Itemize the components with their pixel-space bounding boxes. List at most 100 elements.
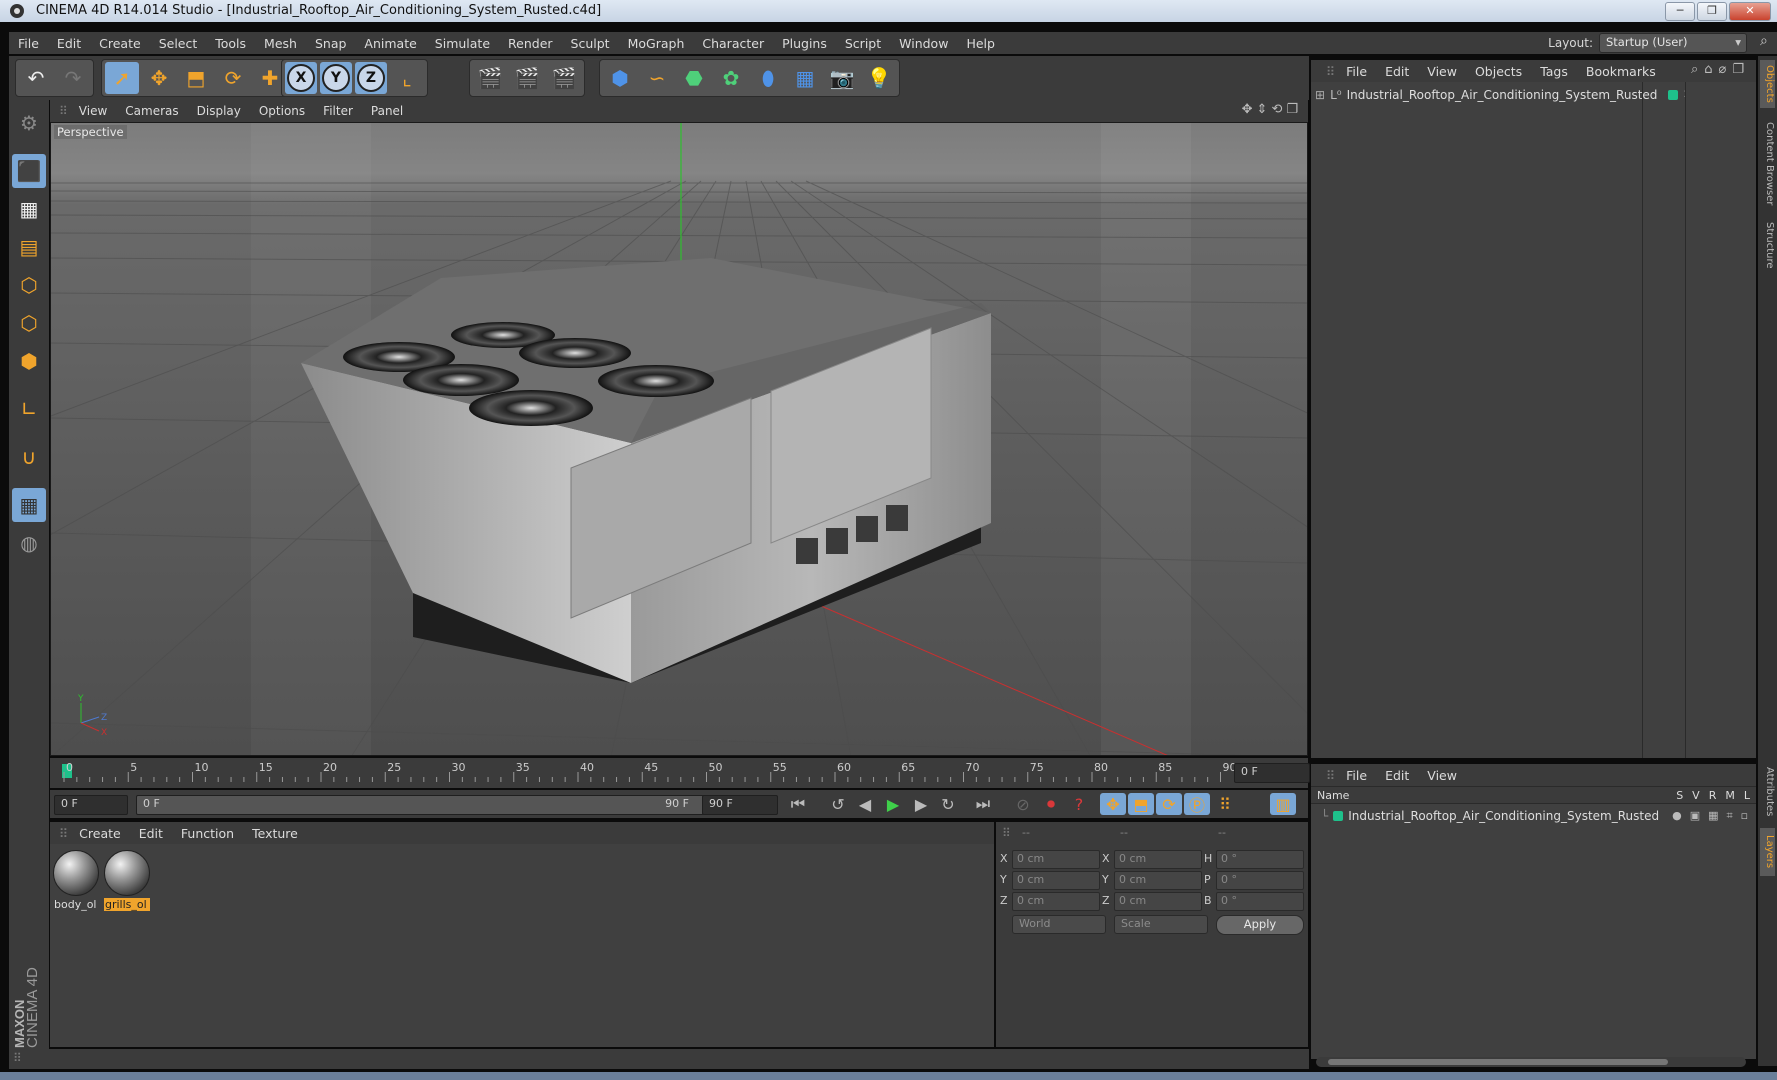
position-y-field[interactable]: 0 cm xyxy=(1012,871,1100,890)
previous-key-icon[interactable]: ↺ xyxy=(825,793,851,815)
object-manager-tool-icons[interactable]: ⌕⌂⌀❐ xyxy=(1691,62,1750,77)
timeline-window-icon[interactable]: ▥ xyxy=(1270,793,1296,815)
record-keys-icon[interactable]: ⊘ xyxy=(1010,793,1036,815)
minimize-button[interactable]: ─ xyxy=(1665,2,1695,21)
position-z-field[interactable]: 0 cm xyxy=(1012,892,1100,911)
rotation-b-field[interactable]: 0 ° xyxy=(1216,892,1304,911)
tab-attributes[interactable]: Attributes xyxy=(1760,762,1775,822)
coordinate-system-icon[interactable]: ⌞ xyxy=(390,62,424,94)
deformer-icon[interactable]: ⬮ xyxy=(751,62,785,94)
menu-simulate[interactable]: Simulate xyxy=(426,36,499,51)
live-selection-icon[interactable]: ➚ xyxy=(105,62,139,94)
parameter-key-icon[interactable]: Ⓟ xyxy=(1184,793,1210,815)
axis-mode-icon[interactable]: ∟ xyxy=(12,392,46,426)
scrollbar-thumb[interactable] xyxy=(1328,1059,1668,1065)
paint-icon[interactable]: ◍ xyxy=(12,526,46,560)
viewport-menu-view[interactable]: View xyxy=(70,104,116,118)
perspective-viewport[interactable]: Perspective Y Z X xyxy=(50,122,1308,756)
go-to-end-icon[interactable]: ⏭ xyxy=(970,793,996,815)
material-menu-texture[interactable]: Texture xyxy=(243,826,307,841)
material-swatch-body[interactable]: body_ol xyxy=(53,850,99,911)
points-mode-icon[interactable]: ⬡ xyxy=(12,268,46,302)
size-y-field[interactable]: 0 cm xyxy=(1114,871,1202,890)
flag-manager[interactable]: M xyxy=(1725,787,1735,804)
scale-key-icon[interactable]: ⬒ xyxy=(1128,793,1154,815)
size-mode-select[interactable]: Scale xyxy=(1114,915,1208,934)
layer-color-icon[interactable] xyxy=(1333,811,1344,821)
menu-snap[interactable]: Snap xyxy=(306,36,355,51)
flag-view[interactable]: V xyxy=(1692,787,1700,804)
menu-create[interactable]: Create xyxy=(90,36,150,51)
next-key-icon[interactable]: ↻ xyxy=(935,793,961,815)
render-picture-viewer-icon[interactable]: 🎬 xyxy=(510,62,544,94)
cube-icon[interactable]: ⬢ xyxy=(603,62,637,94)
rotate-icon[interactable]: ⟳ xyxy=(216,62,250,94)
z-axis-icon[interactable]: Z xyxy=(355,62,387,94)
keyframe-selection-icon[interactable]: ? xyxy=(1066,793,1092,815)
material-menu-create[interactable]: Create xyxy=(70,826,130,841)
maximize-button[interactable]: ❐ xyxy=(1697,2,1727,21)
redo-icon[interactable]: ↷ xyxy=(56,62,90,94)
timeline-ruler[interactable]: 0 5 10 15 20 25 30 35 40 45 50 55 60 65 70 75 80 85 90 0 F xyxy=(50,758,1310,788)
menu-script[interactable]: Script xyxy=(836,36,890,51)
texture-mode-icon[interactable]: ▦ xyxy=(12,192,46,226)
object-menu-edit[interactable]: Edit xyxy=(1376,64,1418,79)
move-icon[interactable]: ✥ xyxy=(142,62,176,94)
workplane-icon[interactable]: ▤ xyxy=(12,230,46,264)
apply-button[interactable]: Apply xyxy=(1216,915,1304,935)
menu-sculpt[interactable]: Sculpt xyxy=(562,36,619,51)
search-icon[interactable]: ⌕ xyxy=(1760,33,1768,49)
autokeying-icon[interactable]: ⏺ xyxy=(1038,793,1064,815)
object-row[interactable]: ⊞ L⁰ Industrial_Rooftop_Air_Conditioning… xyxy=(1315,85,1686,105)
layer-color-icon[interactable] xyxy=(1668,90,1679,100)
layer-row[interactable]: └ Industrial_Rooftop_Air_Conditioning_Sy… xyxy=(1321,806,1756,826)
object-menu-view[interactable]: View xyxy=(1418,64,1466,79)
y-axis-icon[interactable]: Y xyxy=(320,62,352,94)
floor-icon[interactable]: ▦ xyxy=(788,62,822,94)
size-z-field[interactable]: 0 cm xyxy=(1114,892,1202,911)
next-frame-icon[interactable]: ▶ xyxy=(908,793,934,815)
material-menu-edit[interactable]: Edit xyxy=(130,826,172,841)
object-menu-bookmarks[interactable]: Bookmarks xyxy=(1577,64,1665,79)
current-frame-field[interactable]: 0 F xyxy=(1234,763,1310,783)
rotation-h-field[interactable]: 0 ° xyxy=(1216,850,1304,869)
frame-range-slider[interactable]: 0 F 90 F xyxy=(136,795,704,815)
material-menu-function[interactable]: Function xyxy=(172,826,243,841)
point-level-key-icon[interactable]: ⠿ xyxy=(1212,793,1238,815)
snap-magnet-icon[interactable]: ∪ xyxy=(12,440,46,474)
viewport-menu-display[interactable]: Display xyxy=(188,104,250,118)
layer-menu-view[interactable]: View xyxy=(1418,768,1466,783)
render-view-icon[interactable]: 🎬 xyxy=(473,62,507,94)
viewport-menu-cameras[interactable]: Cameras xyxy=(116,104,187,118)
spline-pen-icon[interactable]: ∽ xyxy=(640,62,674,94)
object-menu-tags[interactable]: Tags xyxy=(1531,64,1577,79)
flag-solo[interactable]: S xyxy=(1676,787,1683,804)
menu-render[interactable]: Render xyxy=(499,36,562,51)
camera-icon[interactable]: 📷 xyxy=(825,62,859,94)
tab-layers[interactable]: Layers xyxy=(1760,828,1775,876)
menu-animate[interactable]: Animate xyxy=(355,36,425,51)
light-icon[interactable]: 💡 xyxy=(862,62,896,94)
menu-character[interactable]: Character xyxy=(693,36,773,51)
close-button[interactable]: ✕ xyxy=(1729,2,1771,21)
array-icon[interactable]: ✿ xyxy=(714,62,748,94)
x-axis-icon[interactable]: X xyxy=(285,62,317,94)
menu-mograph[interactable]: MoGraph xyxy=(619,36,694,51)
position-x-field[interactable]: 0 cm xyxy=(1012,850,1100,869)
menu-edit[interactable]: Edit xyxy=(48,36,90,51)
locked-workplane-icon[interactable]: ▦ xyxy=(12,488,46,522)
menu-file[interactable]: File xyxy=(9,36,48,51)
menu-mesh[interactable]: Mesh xyxy=(255,36,306,51)
play-icon[interactable]: ▶ xyxy=(880,793,906,815)
rotation-p-field[interactable]: 0 ° xyxy=(1216,871,1304,890)
edit-render-settings-icon[interactable]: 🎬 xyxy=(547,62,581,94)
model-mode-icon[interactable]: ⬛ xyxy=(12,154,46,188)
make-editable-icon[interactable]: ⚙ xyxy=(12,106,46,140)
flag-render[interactable]: R xyxy=(1709,787,1717,804)
end-frame-field[interactable]: 90 F xyxy=(702,795,778,815)
menu-help[interactable]: Help xyxy=(957,36,1004,51)
material-swatch-grills[interactable]: grills_ol xyxy=(104,850,150,911)
tab-content-browser[interactable]: Content Browser xyxy=(1760,118,1775,210)
viewport-menu-panel[interactable]: Panel xyxy=(362,104,412,118)
start-frame-field[interactable]: 0 F xyxy=(54,795,128,815)
